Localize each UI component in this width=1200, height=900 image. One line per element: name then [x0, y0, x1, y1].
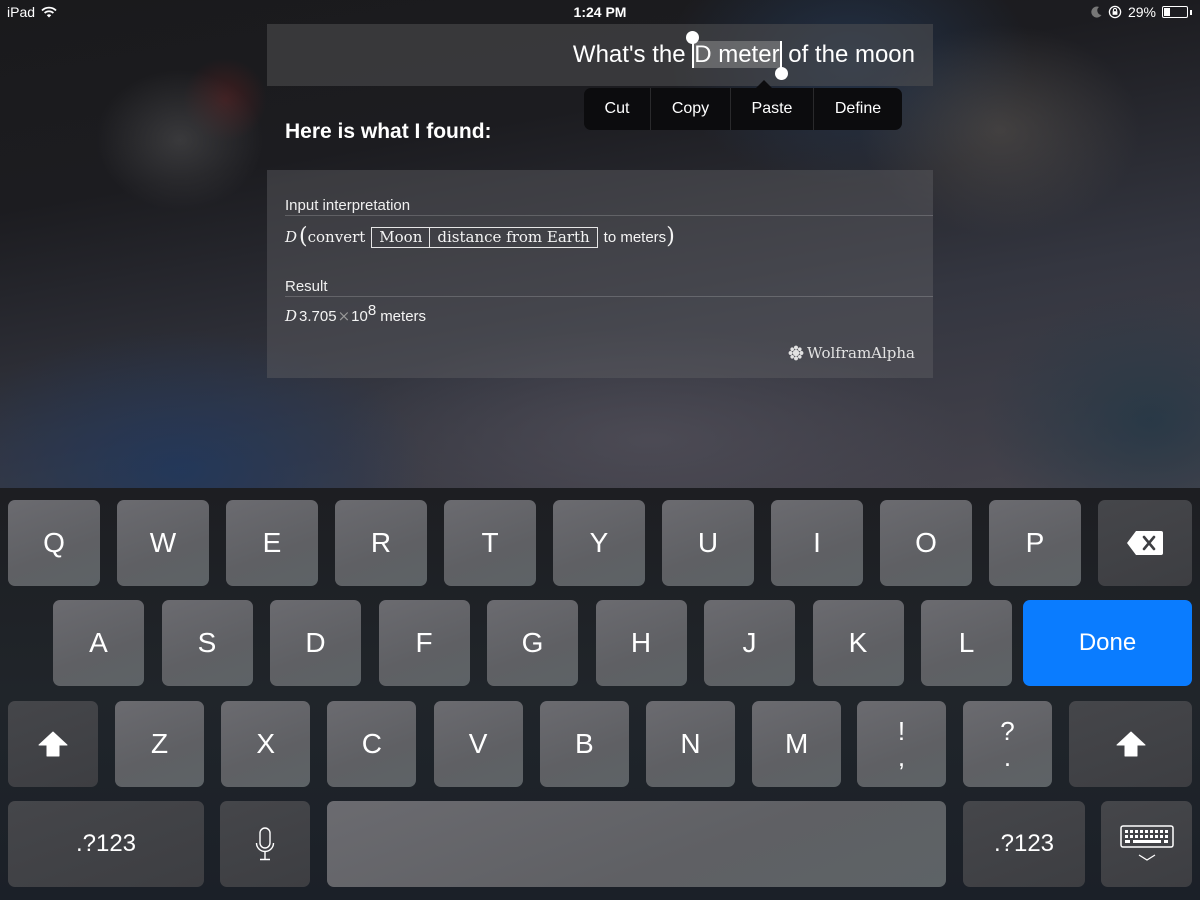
exponent: 8: [367, 301, 377, 319]
onscreen-keyboard: QWERTYUIOP ASDFGHJKL Done ZXCVBNM !, ?. …: [0, 488, 1200, 900]
exclamation-comma-key[interactable]: !,: [857, 701, 946, 787]
key-g[interactable]: G: [487, 600, 578, 686]
section-divider: [285, 215, 933, 216]
numbers-key-right[interactable]: .?123: [963, 801, 1085, 887]
battery-percent: 29%: [1127, 4, 1156, 20]
shift-arrow-icon: [1116, 731, 1145, 757]
key-label-top: ?: [1000, 716, 1015, 746]
shift-key-right[interactable]: [1069, 701, 1192, 787]
entity-box: Moon distance from Earth: [371, 226, 598, 248]
key-y[interactable]: Y: [553, 500, 645, 586]
wolframalpha-logo[interactable]: WolframAlpha: [788, 344, 915, 362]
input-interpretation-value: D ( convert Moon distance from Earth to …: [285, 226, 675, 248]
selected-text-label: D meter: [694, 41, 780, 68]
key-z[interactable]: Z: [115, 701, 204, 787]
selection-end-handle[interactable]: [774, 67, 788, 80]
entity-name: Moon: [379, 227, 423, 246]
battery-icon: [1162, 6, 1188, 18]
shift-key-left[interactable]: [8, 701, 98, 787]
status-bar: iPad 1:24 PM 29%: [0, 0, 1200, 24]
keyboard-dismiss-icon: [1119, 825, 1174, 861]
convert-word: convert: [307, 228, 366, 246]
cut-menu-item[interactable]: Cut: [584, 88, 651, 130]
key-k[interactable]: K: [812, 600, 904, 686]
key-m[interactable]: M: [752, 701, 842, 787]
input-interpretation-label: Input interpretation: [285, 197, 411, 214]
query-field[interactable]: What's the D meter of the moon: [267, 24, 933, 86]
key-f[interactable]: F: [378, 600, 470, 686]
shift-arrow-icon: [38, 731, 68, 757]
key-a[interactable]: A: [53, 600, 144, 686]
backspace-icon: [1127, 531, 1163, 555]
done-key[interactable]: Done: [1023, 600, 1192, 686]
question-period-key[interactable]: ?.: [963, 701, 1052, 787]
wolfram-spikey-icon: [788, 345, 804, 361]
key-d[interactable]: D: [270, 600, 361, 686]
base: 10: [351, 307, 368, 325]
status-right: 29%: [1091, 4, 1192, 20]
key-h[interactable]: H: [595, 600, 687, 686]
define-menu-item[interactable]: Define: [814, 88, 902, 130]
entity-property: distance from Earth: [429, 227, 596, 247]
key-n[interactable]: N: [646, 701, 735, 787]
moon-icon: [1091, 6, 1102, 18]
open-paren: (: [299, 224, 308, 249]
copy-menu-item[interactable]: Copy: [651, 88, 731, 130]
key-label-top: !: [897, 716, 906, 746]
dictation-key[interactable]: [220, 801, 310, 887]
target-unit: to meters: [603, 228, 667, 246]
key-t[interactable]: T: [444, 500, 536, 586]
space-bar[interactable]: [327, 801, 946, 887]
key-r[interactable]: R: [335, 500, 427, 586]
key-label-bottom: .: [1003, 742, 1012, 772]
query-text-before: What's the: [572, 41, 693, 68]
key-e[interactable]: E: [226, 500, 318, 586]
delete-key[interactable]: [1098, 500, 1192, 586]
key-label-bottom: ,: [897, 742, 906, 772]
key-v[interactable]: V: [433, 701, 523, 787]
wolfram-wordmark: WolframAlpha: [807, 344, 915, 362]
key-j[interactable]: J: [704, 600, 795, 686]
unit: meters: [380, 307, 427, 325]
paste-menu-item[interactable]: Paste: [731, 88, 814, 130]
key-l[interactable]: L: [921, 600, 1012, 686]
result-label: Result: [285, 278, 328, 295]
selected-text[interactable]: D meter: [686, 31, 788, 80]
mantissa: 3.705: [299, 307, 337, 325]
result-value: D 3.705 × 10 8 meters: [285, 302, 427, 326]
query-text[interactable]: What's the D meter of the moon: [572, 31, 915, 80]
query-text-after: of the moon: [781, 41, 915, 68]
key-c[interactable]: C: [327, 701, 417, 787]
key-p[interactable]: P: [989, 500, 1081, 586]
times-sign: ×: [337, 307, 351, 325]
edit-menu: Cut Copy Paste Define: [584, 80, 902, 130]
key-i[interactable]: I: [771, 500, 863, 586]
microphone-icon: [255, 827, 275, 861]
battery-fill: [1164, 8, 1171, 16]
clock: 1:24 PM: [573, 4, 627, 20]
variable: D: [285, 307, 298, 325]
key-u[interactable]: U: [662, 500, 754, 586]
numbers-key-left[interactable]: .?123: [8, 801, 204, 887]
key-s[interactable]: S: [161, 600, 253, 686]
wolfram-result-card[interactable]: Input interpretation D ( convert Moon di…: [267, 170, 933, 378]
key-q[interactable]: Q: [8, 500, 100, 586]
key-x[interactable]: X: [221, 701, 311, 787]
close-paren: ): [666, 224, 675, 249]
key-b[interactable]: B: [539, 701, 629, 787]
key-o[interactable]: O: [880, 500, 972, 586]
response-title: Here is what I found:: [285, 120, 492, 143]
dismiss-keyboard-key[interactable]: [1101, 801, 1192, 887]
rotation-lock-icon: [1108, 5, 1122, 19]
battery-tip: [1190, 9, 1192, 15]
key-w[interactable]: W: [117, 500, 209, 586]
section-divider: [285, 296, 933, 297]
variable: D: [285, 228, 298, 246]
